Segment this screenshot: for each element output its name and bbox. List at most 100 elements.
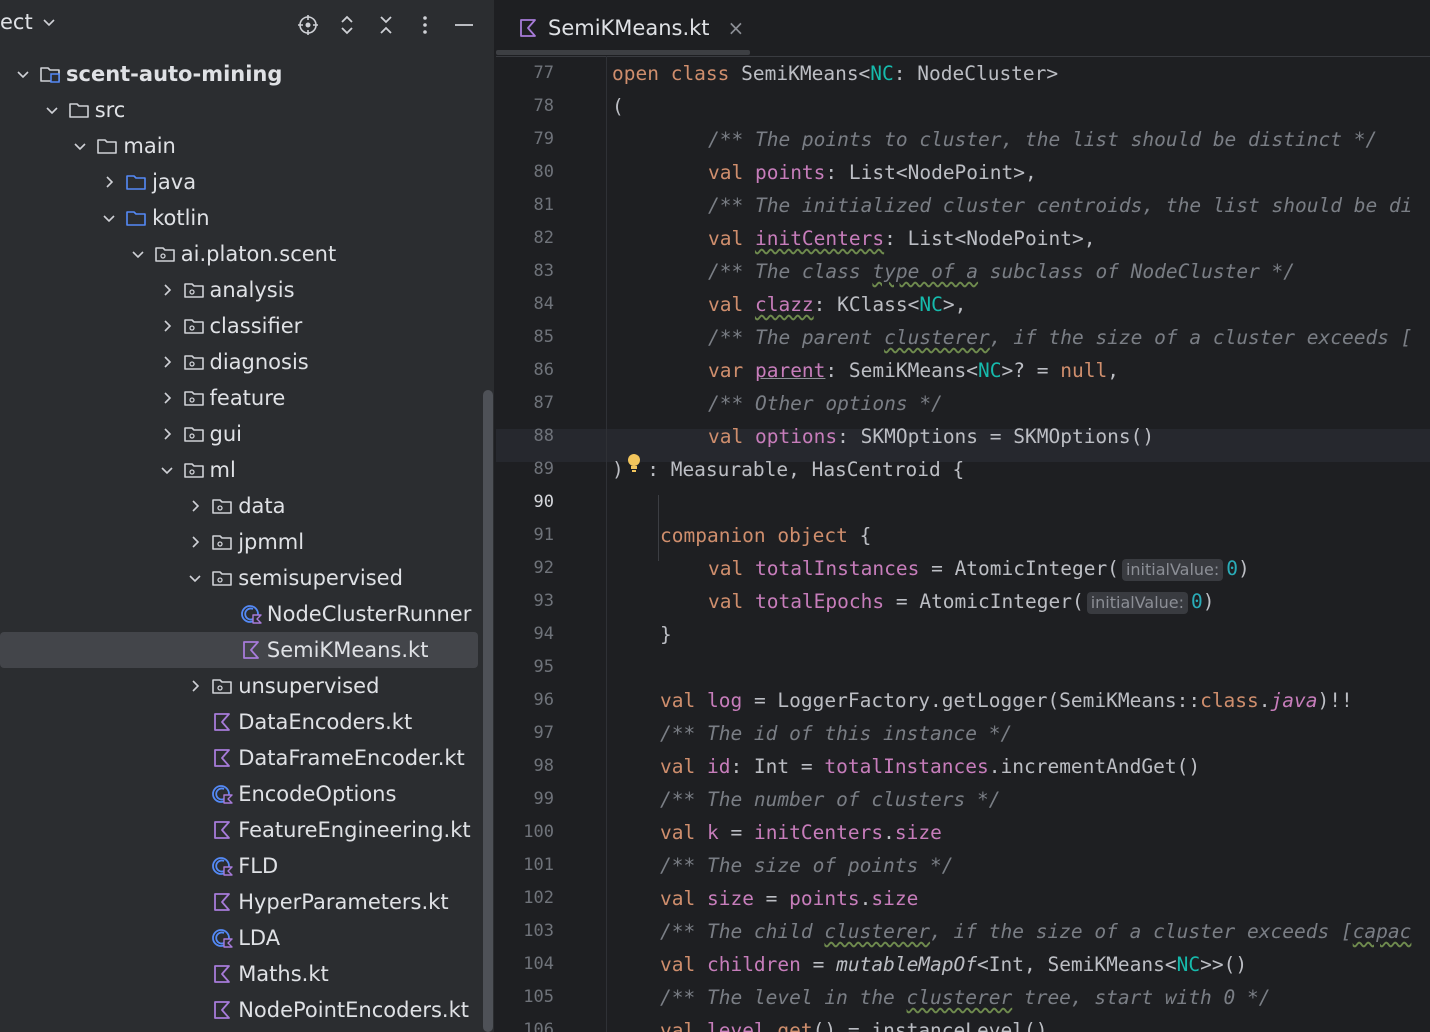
code-line[interactable]: val log = LoggerFactory.getLogger(SemiKM… <box>612 684 1353 717</box>
tree-item-nodeclusterrunner[interactable]: NodeClusterRunner <box>0 596 478 632</box>
code-line[interactable]: /** Other options */ <box>612 387 943 420</box>
locate-icon[interactable] <box>295 12 321 38</box>
tree-item-nodepointencoders[interactable]: NodePointEncoders.kt <box>0 992 478 1028</box>
code-line[interactable]: open class SemiKMeans<NC: NodeCluster> <box>612 57 1058 90</box>
code-line[interactable]: /** The points to cluster, the list shou… <box>612 123 1377 156</box>
tree-item-kotlin[interactable]: kotlin <box>0 200 478 236</box>
code-line[interactable]: /** The initialized cluster centroids, t… <box>612 189 1412 222</box>
code-area[interactable]: open class SemiKMeans<NC: NodeCluster>( /… <box>496 56 1430 1032</box>
code-line[interactable]: } <box>612 618 672 651</box>
tree-item-classifier[interactable]: classifier <box>0 308 478 344</box>
tree-item-analysis[interactable]: analysis <box>0 272 478 308</box>
tree-item-fld[interactable]: FLD <box>0 848 478 884</box>
code-token: val <box>660 689 707 712</box>
tree-item-label: gui <box>209 422 242 446</box>
tree-item-feature[interactable]: feature <box>0 380 478 416</box>
tree-item-unsupervised[interactable]: unsupervised <box>0 668 478 704</box>
code-line[interactable]: /** The parent clusterer, if the size of… <box>612 321 1412 354</box>
tree-item-maths[interactable]: Maths.kt <box>0 956 478 992</box>
tree-item-diagnosis[interactable]: diagnosis <box>0 344 478 380</box>
chevron-right-icon[interactable] <box>184 675 206 697</box>
code-line[interactable]: /** The size of points */ <box>612 849 954 882</box>
collapse-all-icon[interactable] <box>373 12 399 38</box>
chevron-down-icon[interactable] <box>41 99 63 121</box>
code-line[interactable]: val initCenters: List<NodePoint>, <box>612 222 1095 255</box>
code-token: open <box>612 62 671 85</box>
code-line[interactable]: val level get() = instanceLevel() <box>612 1014 1047 1032</box>
package-icon <box>182 278 206 302</box>
tree-item-semikmeans[interactable]: SemiKMeans.kt <box>0 632 478 668</box>
chevron-down-icon[interactable] <box>156 459 178 481</box>
code-token: /** The number of clusters */ <box>660 788 1001 811</box>
tree-scrollbar[interactable] <box>483 390 493 1032</box>
tree-item-src[interactable]: src <box>0 92 478 128</box>
expand-all-icon[interactable] <box>334 12 360 38</box>
chevron-right-icon[interactable] <box>184 495 206 517</box>
chevron-right-icon[interactable] <box>156 279 178 301</box>
code-line[interactable]: val k = initCenters.size <box>612 816 942 849</box>
code-line[interactable]: /** The level in the clusterer tree, sta… <box>612 981 1271 1014</box>
chevron-down-icon[interactable] <box>98 207 120 229</box>
tree-item-java[interactable]: java <box>0 164 478 200</box>
code-token: clusterer <box>906 986 1013 1009</box>
tree-item-dataframeencoder[interactable]: DataFrameEncoder.kt <box>0 740 478 776</box>
package-icon <box>210 674 234 698</box>
chevron-down-icon[interactable] <box>69 135 91 157</box>
tree-item-label: FLD <box>238 854 279 878</box>
tree-item-featureengineering[interactable]: FeatureEngineering.kt <box>0 812 478 848</box>
tree-item-semisupervised[interactable]: semisupervised <box>0 560 478 596</box>
close-icon[interactable]: × <box>728 16 745 40</box>
tree-item-ai-platon-scent[interactable]: ai.platon.scent <box>0 236 478 272</box>
chevron-right-icon[interactable] <box>184 531 206 553</box>
tree-item-gui[interactable]: gui <box>0 416 478 452</box>
tree-item-data[interactable]: data <box>0 488 478 524</box>
code-line[interactable]: /** The child clusterer, if the size of … <box>612 915 1411 948</box>
tree-item-encodeoptions[interactable]: EncodeOptions <box>0 776 478 812</box>
code-line[interactable]: val totalEpochs = AtomicInteger(initialV… <box>612 585 1215 618</box>
code-token: /** The points to cluster, the list shou… <box>708 128 1378 151</box>
code-line[interactable]: /** The number of clusters */ <box>612 783 1000 816</box>
tree-item-jpmml[interactable]: jpmml <box>0 524 478 560</box>
code-line[interactable]: /** The class type of a subclass of Node… <box>612 255 1295 288</box>
package-icon <box>182 350 206 374</box>
code-line[interactable]: ( <box>612 90 624 123</box>
code-line[interactable]: companion object { <box>612 519 871 552</box>
tree-item-main[interactable]: main <box>0 128 478 164</box>
tree-item-hyperparameters[interactable]: HyperParameters.kt <box>0 884 478 920</box>
more-options-icon[interactable] <box>412 12 438 38</box>
chevron-right-icon[interactable] <box>156 387 178 409</box>
tree-item-lda[interactable]: LDA <box>0 920 478 956</box>
code-line[interactable]: val points: List<NodePoint>, <box>612 156 1037 189</box>
panel-title-label: ect <box>0 10 33 34</box>
code-line[interactable]: val totalInstances = AtomicInteger(initi… <box>612 552 1250 585</box>
package-icon <box>182 314 206 338</box>
code-line[interactable]: val clazz: KClass<NC>, <box>612 288 966 321</box>
chevron-down-icon[interactable] <box>184 567 206 589</box>
chevron-right-icon[interactable] <box>156 423 178 445</box>
chevron-right-icon[interactable] <box>156 315 178 337</box>
code-line[interactable]: var parent: SemiKMeans<NC>? = null, <box>612 354 1119 387</box>
chevron-right-icon[interactable] <box>98 171 120 193</box>
code-line[interactable]: /** The id of this instance */ <box>612 717 1012 750</box>
code-token: totalInstances <box>824 755 989 778</box>
chevron-down-icon[interactable] <box>127 243 149 265</box>
tree-item-label: FeatureEngineering.kt <box>238 818 471 842</box>
tree-item-scent-auto-mining[interactable]: scent-auto-mining <box>0 56 478 92</box>
kotlin-file-icon <box>210 818 234 842</box>
code-line[interactable]: val options: SKMOptions = SKMOptions() <box>612 420 1154 453</box>
tree-item-ml[interactable]: ml <box>0 452 478 488</box>
code-line[interactable]: val id: Int = totalInstances.incrementAn… <box>612 750 1200 783</box>
kotlin-file-icon <box>210 746 234 770</box>
lightbulb-icon[interactable] <box>626 452 642 474</box>
code-line[interactable]: ) : Measurable, HasCentroid { <box>612 453 964 486</box>
editor: SemiKMeans.kt × 77 78 79 80 81 82 83 84 85 86 87 88… <box>496 0 1430 1032</box>
tree-item-dataencoders[interactable]: DataEncoders.kt <box>0 704 478 740</box>
hide-panel-icon[interactable] <box>451 12 477 38</box>
chevron-right-icon[interactable] <box>156 351 178 373</box>
project-view-selector[interactable]: ect <box>0 10 57 34</box>
code-line[interactable]: val children = mutableMapOf<Int, SemiKMe… <box>612 948 1247 981</box>
code-line[interactable]: val size = points.size <box>612 882 918 915</box>
chevron-down-icon[interactable] <box>12 63 34 85</box>
tab-semikmeans[interactable]: SemiKMeans.kt × <box>496 0 750 56</box>
kotlin-class-icon <box>239 602 263 626</box>
